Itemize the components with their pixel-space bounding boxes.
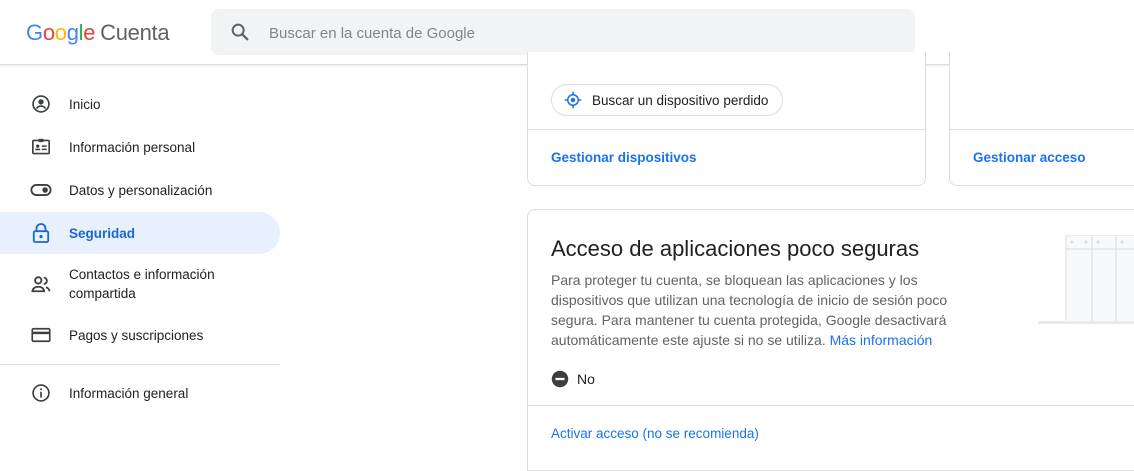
enable-access-link[interactable]: Activar acceso (no se recomienda) [551, 426, 759, 441]
sidebar-item-label: Datos y personalización [69, 182, 213, 198]
logo-letter-e: e [83, 20, 96, 45]
search-icon[interactable] [229, 21, 251, 43]
card-description: Para proteger tu cuenta, se bloquean las… [551, 270, 991, 350]
less-secure-apps-card: Acceso de aplicaciones poco seguras Para… [527, 209, 1134, 471]
location-target-icon [564, 91, 582, 109]
sidebar-item-informacion-general[interactable]: Información general [0, 372, 280, 414]
illustration-window-icon [1038, 235, 1134, 324]
sidebar-item-label: Información general [69, 385, 189, 401]
logo-letter-g2: g [66, 20, 79, 45]
status-text: No [577, 371, 595, 387]
lock-icon [30, 222, 52, 244]
sidebar-item-informacion-personal[interactable]: Información personal [0, 126, 280, 168]
id-card-icon [30, 136, 52, 158]
devices-card: Buscar un dispositivo perdido Gestionar … [527, 52, 926, 186]
manage-access-link[interactable]: Gestionar acceso [973, 150, 1086, 165]
manage-devices-link[interactable]: Gestionar dispositivos [551, 150, 697, 165]
logo-letter-g: G [26, 20, 43, 45]
google-account-logo[interactable]: Google Cuenta [26, 20, 170, 46]
info-icon [30, 382, 52, 404]
sidebar-item-seguridad[interactable]: Seguridad [0, 212, 280, 254]
find-device-button[interactable]: Buscar un dispositivo perdido [551, 84, 784, 116]
logo-word: Cuenta [100, 20, 170, 45]
access-status: No [551, 370, 595, 388]
more-info-link[interactable]: Más información [830, 332, 933, 348]
find-device-label: Buscar un dispositivo perdido [592, 92, 769, 108]
card-divider [950, 129, 1134, 130]
people-icon [30, 273, 52, 295]
card-title: Acceso de aplicaciones poco seguras [551, 236, 920, 261]
sidebar-item-datos-personalizacion[interactable]: Datos y personalización [0, 169, 280, 211]
sidebar-item-contactos[interactable]: Contactos e información compartida [0, 262, 280, 306]
account-circle-icon [30, 93, 52, 115]
sidebar-divider [0, 364, 280, 365]
search-input[interactable] [267, 9, 891, 57]
sidebar-item-label: Inicio [69, 96, 101, 112]
sidebar-item-label: Pagos y suscripciones [69, 327, 204, 343]
logo-letter-o2: o [54, 20, 67, 45]
sidebar-item-label: Seguridad [69, 225, 136, 241]
credit-card-icon [30, 324, 52, 346]
minus-circle-icon [551, 370, 569, 388]
sidebar-item-label: Contactos e información compartida [69, 267, 215, 301]
search-bar[interactable] [211, 9, 915, 57]
toggle-icon [30, 179, 52, 201]
sidebar-item-label: Información personal [69, 139, 196, 155]
card-divider [528, 405, 1134, 406]
sidebar-item-inicio[interactable]: Inicio [0, 83, 280, 125]
card-divider [528, 129, 925, 130]
access-card: Gestionar acceso [949, 52, 1134, 186]
sidebar-item-pagos[interactable]: Pagos y suscripciones [0, 314, 280, 356]
logo-letter-o1: o [42, 20, 55, 45]
